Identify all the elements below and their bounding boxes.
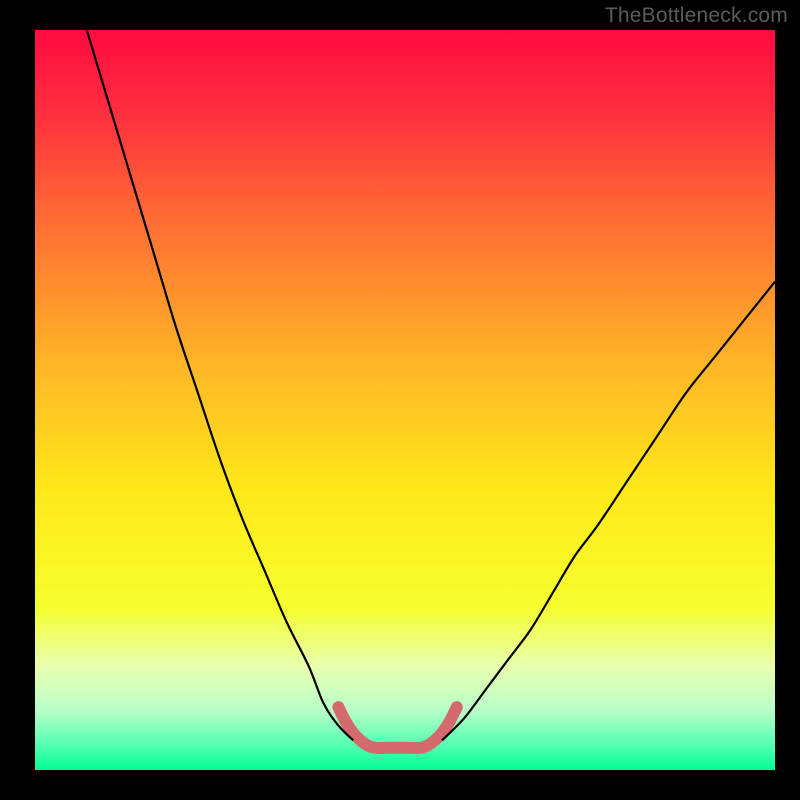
- plot-svg: [35, 30, 775, 770]
- gradient-background: [35, 30, 775, 770]
- watermark-text: TheBottleneck.com: [605, 4, 788, 28]
- plot-area: [35, 30, 775, 770]
- chart-frame: TheBottleneck.com: [0, 0, 800, 800]
